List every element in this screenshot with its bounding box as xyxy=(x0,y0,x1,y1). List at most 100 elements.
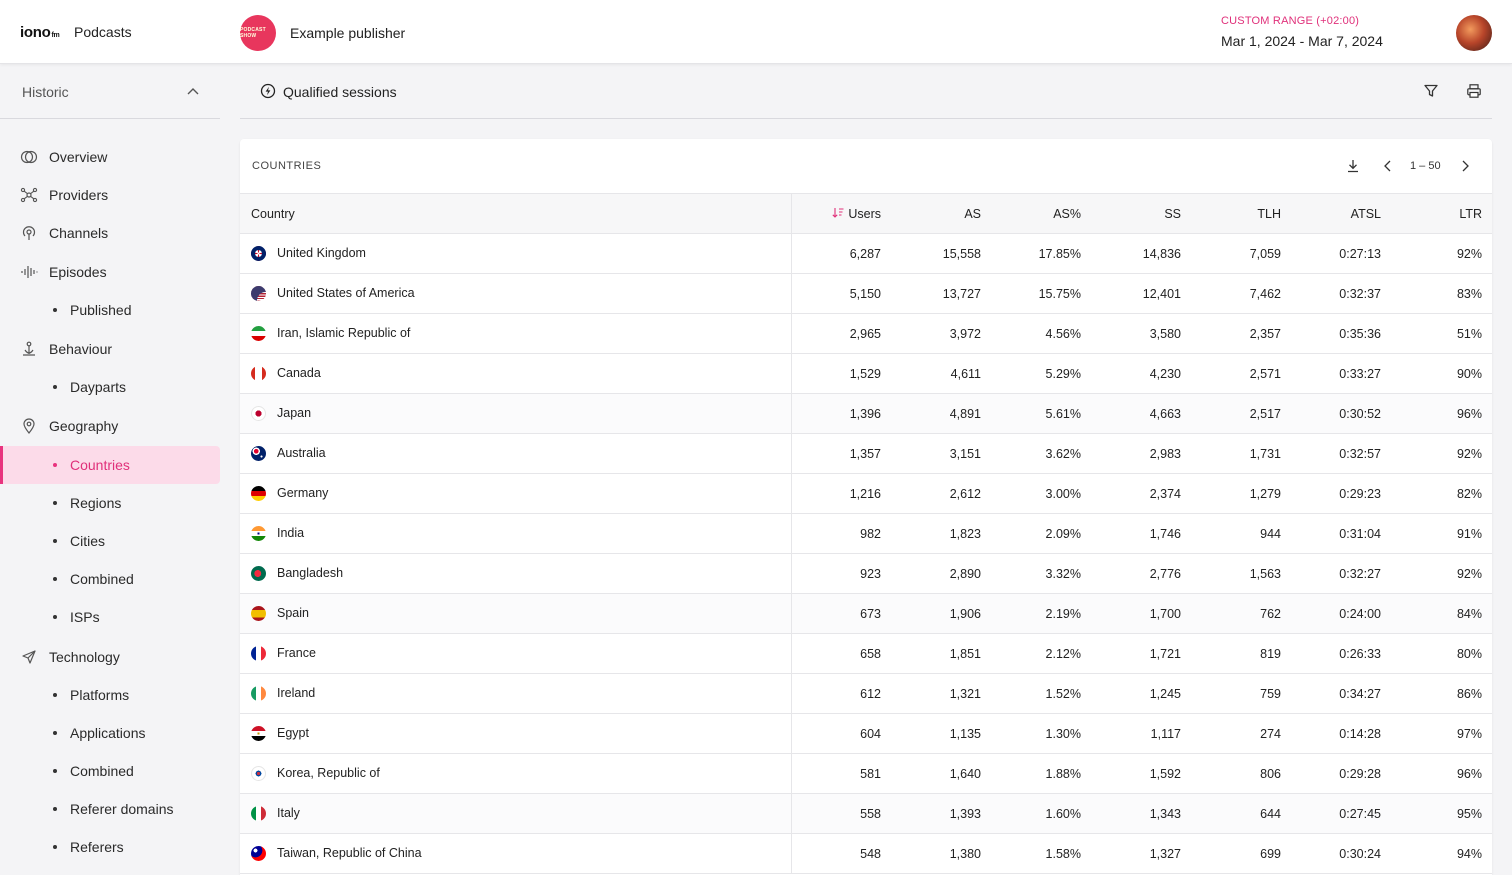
cell-country: Italy xyxy=(240,793,792,834)
cell-as: 1,906 xyxy=(891,593,991,634)
brand-logo[interactable]: ionofm xyxy=(20,24,60,41)
table-row[interactable]: Australia 1,357 3,151 3.62% 2,983 1,731 0:32:5… xyxy=(240,433,1492,474)
chevron-up-icon xyxy=(187,88,199,95)
cell-as: 13,727 xyxy=(891,273,991,314)
cell-tlh: 1,731 xyxy=(1191,433,1291,474)
sidebar-subitem-dayparts[interactable]: Dayparts xyxy=(0,368,220,406)
sidebar-subitem-isps[interactable]: ISPs xyxy=(0,598,220,636)
cell-ltr: 94% xyxy=(1391,833,1492,874)
sidebar-subitem-combined[interactable]: Combined xyxy=(0,752,220,790)
table-row[interactable]: Spain 673 1,906 2.19% 1,700 762 0:24:00 84% xyxy=(240,593,1492,634)
behaviour-icon xyxy=(20,341,38,357)
table-row[interactable]: India 982 1,823 2.09% 1,746 944 0:31:04 91% xyxy=(240,513,1492,554)
cell-as: 4,891 xyxy=(891,393,991,434)
flag-korea-republic-of-icon xyxy=(251,766,266,782)
cell-as-pct: 1.88% xyxy=(991,753,1091,794)
column-header-atsl[interactable]: ATSL xyxy=(1291,193,1391,234)
publisher-avatar-text: PODCAST SHOW xyxy=(240,27,266,39)
brand-logo-suffix: fm xyxy=(51,32,60,39)
sidebar-item-label: Overview xyxy=(49,149,108,165)
cell-ltr: 95% xyxy=(1391,793,1492,834)
sidebar-subitem-referer-domains[interactable]: Referer domains xyxy=(0,790,220,828)
sidebar-item-technology[interactable]: Technology xyxy=(0,638,220,676)
table-row[interactable]: Japan 1,396 4,891 5.61% 4,663 2,517 0:30:52 96% xyxy=(240,393,1492,434)
cell-as: 1,393 xyxy=(891,793,991,834)
print-icon[interactable] xyxy=(1466,83,1482,99)
chevron-right-icon[interactable] xyxy=(1457,158,1473,174)
table-row[interactable]: United Kingdom 6,287 15,558 17.85% 14,836 7,0… xyxy=(240,233,1492,274)
chevron-left-icon[interactable] xyxy=(1380,158,1396,174)
app-name[interactable]: Podcasts xyxy=(74,24,132,40)
cell-ltr: 83% xyxy=(1391,273,1492,314)
cell-atsl: 0:30:52 xyxy=(1291,393,1391,434)
sidebar-subitem-regions[interactable]: Regions xyxy=(0,484,220,522)
table-row[interactable]: United States of America 5,150 13,727 15.75… xyxy=(240,273,1492,314)
date-range-label[interactable]: CUSTOM RANGE (+02:00) xyxy=(1221,15,1359,27)
cell-atsl: 0:34:27 xyxy=(1291,673,1391,714)
table-row[interactable]: Iran, Islamic Republic of 2,965 3,972 4.56%… xyxy=(240,313,1492,354)
column-header-country[interactable]: Country xyxy=(240,193,792,234)
cell-tlh: 7,059 xyxy=(1191,233,1291,274)
table-row[interactable]: France 658 1,851 2.12% 1,721 819 0:26:33 80% xyxy=(240,633,1492,674)
cell-ltr: 80% xyxy=(1391,633,1492,674)
country-name: Japan xyxy=(277,405,312,420)
user-avatar[interactable] xyxy=(1456,15,1492,51)
column-header-users[interactable]: Users xyxy=(791,193,891,234)
sidebar-subitem-platforms[interactable]: Platforms xyxy=(0,676,220,714)
section-selector[interactable]: Historic xyxy=(0,65,220,119)
filter-icon[interactable] xyxy=(1423,83,1439,99)
cell-ss: 3,580 xyxy=(1091,313,1191,354)
column-header-ltr[interactable]: LTR xyxy=(1391,193,1492,234)
flag-bangladesh-icon xyxy=(251,566,266,582)
table-row[interactable]: Taiwan, Republic of China 548 1,380 1.58% 1,… xyxy=(240,833,1492,874)
column-header-as-pct[interactable]: AS% xyxy=(991,193,1091,234)
table-row[interactable]: Bangladesh 923 2,890 3.32% 2,776 1,563 0:32:27… xyxy=(240,553,1492,594)
column-header-tlh[interactable]: TLH xyxy=(1191,193,1291,234)
cell-as: 3,972 xyxy=(891,313,991,354)
sidebar-item-geography[interactable]: Geography xyxy=(0,407,220,445)
cell-country: Egypt xyxy=(240,713,792,754)
column-header-as[interactable]: AS xyxy=(891,193,991,234)
sidebar-item-label: Technology xyxy=(49,649,120,665)
cell-atsl: 0:26:33 xyxy=(1291,633,1391,674)
sidebar-item-overview[interactable]: Overview xyxy=(0,138,220,176)
table-row[interactable]: Ireland 612 1,321 1.52% 1,245 759 0:34:27 86% xyxy=(240,673,1492,714)
table-row[interactable]: Egypt 604 1,135 1.30% 1,117 274 0:14:28 97% xyxy=(240,713,1492,754)
sidebar-subitem-combined[interactable]: Combined xyxy=(0,560,220,598)
cell-users: 1,529 xyxy=(791,353,891,394)
date-range-value[interactable]: Mar 1, 2024 - Mar 7, 2024 xyxy=(1221,33,1383,49)
cell-as: 4,611 xyxy=(891,353,991,394)
flag-australia-icon xyxy=(251,446,266,462)
country-name: Italy xyxy=(277,805,300,820)
cell-ss: 1,700 xyxy=(1091,593,1191,634)
sidebar-subitem-referers[interactable]: Referers xyxy=(0,828,220,866)
table-row[interactable]: Italy 558 1,393 1.60% 1,343 644 0:27:45 95% xyxy=(240,793,1492,834)
sidebar-item-behaviour[interactable]: Behaviour xyxy=(0,330,220,368)
cell-tlh: 2,357 xyxy=(1191,313,1291,354)
cell-as-pct: 15.75% xyxy=(991,273,1091,314)
publisher-name[interactable]: Example publisher xyxy=(290,25,405,41)
table-row[interactable]: Germany 1,216 2,612 3.00% 2,374 1,279 0:29:23 8… xyxy=(240,473,1492,514)
cell-atsl: 0:32:57 xyxy=(1291,433,1391,474)
sidebar-subitem-cities[interactable]: Cities xyxy=(0,522,220,560)
cell-as-pct: 3.32% xyxy=(991,553,1091,594)
sidebar-item-providers[interactable]: Providers xyxy=(0,176,220,214)
cell-users: 558 xyxy=(791,793,891,834)
publisher-avatar[interactable]: PODCAST SHOW xyxy=(240,15,276,51)
table-row[interactable]: Korea, Republic of 581 1,640 1.88% 1,592 806 0… xyxy=(240,753,1492,794)
table-row[interactable]: Canada 1,529 4,611 5.29% 4,230 2,571 0:33:27 90… xyxy=(240,353,1492,394)
episodes-icon xyxy=(20,264,38,280)
sidebar-subitem-published[interactable]: Published xyxy=(0,291,220,329)
column-header-ss[interactable]: SS xyxy=(1091,193,1191,234)
sidebar-item-episodes[interactable]: Episodes xyxy=(0,253,220,291)
sidebar-item-channels[interactable]: Channels xyxy=(0,214,220,252)
top-bar: ionofm Podcasts PODCAST SHOW Example pub… xyxy=(0,0,1512,64)
metric-selector[interactable]: Qualified sessions xyxy=(283,84,397,100)
sidebar-subitem-applications[interactable]: Applications xyxy=(0,714,220,752)
cell-as-pct: 17.85% xyxy=(991,233,1091,274)
cell-as-pct: 1.60% xyxy=(991,793,1091,834)
download-icon[interactable] xyxy=(1345,158,1361,174)
sidebar-subitem-countries[interactable]: Countries xyxy=(0,446,220,484)
flag-united-states-of-america-icon xyxy=(251,286,266,302)
sidebar-item-label: Providers xyxy=(49,187,109,203)
